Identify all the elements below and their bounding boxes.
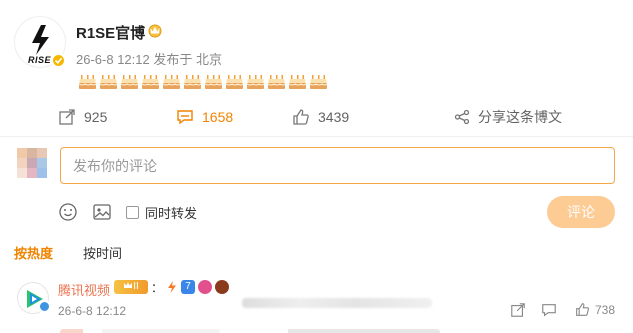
author-name[interactable]: R1SE官博 bbox=[76, 22, 145, 43]
share-button[interactable]: 分享这条博文 bbox=[454, 106, 562, 128]
emoji-picker-button[interactable] bbox=[58, 202, 78, 222]
comment-item: 腾讯视频 II ： 7 26-6-8 12:12 738 bbox=[0, 274, 633, 333]
repost-count: 925 bbox=[84, 109, 108, 125]
post-meta: 26-6-8 12:12 发布于 北京 bbox=[76, 52, 222, 67]
comment-button[interactable]: 1658 bbox=[176, 106, 233, 128]
share-label: 分享这条博文 bbox=[478, 109, 562, 125]
badge-separator: ： bbox=[151, 280, 164, 295]
cake-icon bbox=[141, 75, 160, 89]
like-count: 3439 bbox=[318, 109, 350, 125]
truncated-reply-preview bbox=[60, 329, 440, 333]
member-level-text: II bbox=[133, 281, 139, 292]
thumbs-up-icon bbox=[576, 303, 590, 316]
sort-by-hot-tab[interactable]: 按热度 bbox=[14, 243, 53, 262]
comment-count: 1658 bbox=[202, 109, 234, 125]
image-upload-button[interactable] bbox=[92, 202, 112, 222]
composer-toolbar: 同时转发 bbox=[58, 200, 197, 224]
cake-icon bbox=[225, 75, 244, 89]
fan-badge-icon bbox=[198, 280, 213, 294]
comment-sort-tabs: 按热度 按时间 bbox=[14, 243, 152, 262]
share-icon bbox=[454, 109, 470, 125]
commenter-name[interactable]: 腾讯视频 bbox=[58, 280, 110, 299]
comment-like-button[interactable]: 738 bbox=[575, 302, 615, 317]
repost-also-label: 同时转发 bbox=[145, 205, 198, 221]
image-icon bbox=[93, 204, 111, 220]
smiley-icon bbox=[59, 203, 77, 221]
comment-icon bbox=[177, 110, 193, 125]
number-badge-icon: 7 bbox=[181, 280, 196, 294]
like-button[interactable]: 3439 bbox=[292, 106, 349, 128]
repost-icon bbox=[511, 303, 525, 317]
post-content-emoji-row bbox=[78, 74, 328, 92]
comment-input[interactable] bbox=[60, 147, 615, 184]
repost-icon bbox=[59, 109, 75, 125]
avatar-logo-text: RISE bbox=[28, 55, 52, 65]
cake-icon bbox=[120, 75, 139, 89]
cake-icon bbox=[78, 75, 97, 89]
cake-icon bbox=[204, 75, 223, 89]
comment-reply-button[interactable] bbox=[541, 302, 557, 318]
cake-icon bbox=[309, 75, 328, 89]
comment-like-count: 738 bbox=[595, 302, 616, 317]
thumbs-up-icon bbox=[293, 109, 309, 125]
member-level-badge: II bbox=[114, 280, 148, 294]
comment-time: 26-6-8 12:12 bbox=[58, 304, 127, 318]
member-crown-icon bbox=[148, 24, 162, 38]
verified-badge-icon bbox=[51, 53, 66, 68]
cake-icon bbox=[183, 75, 202, 89]
crown-badge-icon bbox=[124, 282, 133, 288]
cake-icon bbox=[288, 75, 307, 89]
lightning-icon bbox=[168, 281, 177, 293]
post-action-bar: 925 1658 3439 分享这条博文 bbox=[0, 100, 633, 132]
blurred-content bbox=[242, 298, 432, 308]
gift-badge-icon bbox=[215, 280, 230, 294]
comment-repost-button[interactable] bbox=[510, 302, 526, 318]
current-user-avatar bbox=[13, 142, 53, 182]
section-divider bbox=[0, 136, 633, 137]
commenter-badges: II ： 7 bbox=[114, 279, 230, 295]
sort-by-time-tab[interactable]: 按时间 bbox=[83, 243, 122, 262]
comment-icon bbox=[542, 304, 556, 317]
cake-icon bbox=[267, 75, 286, 89]
cake-icon bbox=[162, 75, 181, 89]
cake-icon bbox=[246, 75, 265, 89]
checkbox-box[interactable] bbox=[126, 205, 139, 219]
org-verified-badge-icon bbox=[38, 300, 51, 313]
post-header: RISE R1SE官博 26-6-8 12:12 发布于 北京 bbox=[14, 16, 614, 76]
repost-also-checkbox[interactable]: 同时转发 bbox=[126, 203, 197, 222]
submit-comment-button[interactable]: 评论 bbox=[547, 196, 615, 228]
cake-icon bbox=[99, 75, 118, 89]
repost-button[interactable]: 925 bbox=[58, 106, 107, 128]
